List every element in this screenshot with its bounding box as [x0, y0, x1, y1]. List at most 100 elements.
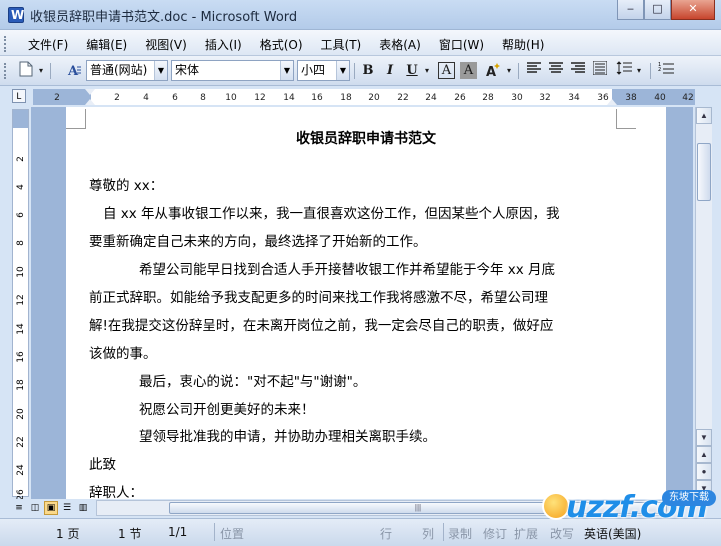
- menu-help[interactable]: 帮助(H): [496, 34, 550, 55]
- print-layout-icon[interactable]: ▣: [44, 501, 58, 515]
- font-select[interactable]: 宋体 ▼: [171, 60, 294, 81]
- scroll-down-icon[interactable]: ▼: [696, 429, 712, 446]
- normal-view-icon[interactable]: ≡: [12, 501, 26, 515]
- ruler-tick: 18: [340, 93, 352, 103]
- maximize-button[interactable]: □: [644, 0, 671, 20]
- vertical-scroll-thumb[interactable]: [697, 143, 711, 201]
- align-center-icon[interactable]: [546, 61, 566, 81]
- previous-page-icon[interactable]: ▲: [696, 446, 712, 463]
- underline-dropdown-icon[interactable]: ▾: [422, 61, 432, 81]
- status-page-of: 1/1: [168, 525, 188, 539]
- style-select[interactable]: 普通(网站) ▼: [86, 60, 168, 81]
- scroll-up-icon[interactable]: ▲: [696, 107, 712, 124]
- text-effects-dropdown-icon[interactable]: ▾: [504, 61, 514, 81]
- status-section: 1 节: [118, 527, 142, 541]
- document-area[interactable]: 收银员辞职申请书范文 尊敬的 xx： 自 xx 年从事收银工作以来，我一直很喜欢…: [31, 107, 693, 499]
- vertical-ruler[interactable]: 2 4 6 8 10 12 14 16 18 20 22 24 26: [12, 109, 29, 501]
- menu-table[interactable]: 表格(A): [373, 34, 427, 55]
- document-line: 该做的事。: [89, 346, 157, 362]
- document-line: 希望公司能早日找到合适人手开接替收银工作并希望能于今年 xx 月底: [139, 262, 556, 278]
- outline-view-icon[interactable]: ☰: [60, 501, 74, 515]
- ruler-tick: 22: [397, 93, 409, 103]
- vertical-scrollbar[interactable]: ▲ ▼ ▲ ● ▼: [695, 107, 712, 499]
- ruler-tick: 42: [682, 93, 694, 103]
- dropdown-arrow-icon[interactable]: ▾: [36, 61, 46, 81]
- line-spacing-dropdown-icon[interactable]: ▾: [634, 61, 644, 81]
- word-app-icon[interactable]: [8, 7, 24, 23]
- reading-layout-icon[interactable]: ▥: [76, 501, 90, 515]
- styles-formatting-icon[interactable]: A: [64, 61, 84, 81]
- status-extend[interactable]: 扩展: [514, 525, 538, 542]
- document-line: 尊敬的 xx：: [89, 178, 164, 194]
- menu-format[interactable]: 格式(O): [254, 34, 309, 55]
- document-line: 望领导批准我的申请，并协助办理相关离职手续。: [139, 429, 436, 445]
- new-document-icon[interactable]: [16, 61, 36, 81]
- font-select-value: 宋体: [175, 63, 200, 77]
- chevron-down-icon: ▼: [154, 61, 167, 80]
- vruler-tick: 22: [16, 436, 26, 448]
- numbered-list-icon[interactable]: 12: [656, 61, 676, 81]
- document-title: 收银员辞职申请书范文: [296, 131, 436, 147]
- first-line-indent-marker[interactable]: [85, 89, 95, 95]
- status-column: 列: [422, 527, 435, 541]
- ruler-tick: 40: [654, 93, 666, 103]
- web-layout-icon[interactable]: ◫: [28, 501, 42, 515]
- vruler-tick: 2: [16, 156, 26, 162]
- menu-view[interactable]: 视图(V): [139, 34, 193, 55]
- vruler-tick: 10: [16, 266, 26, 278]
- underline-button[interactable]: U: [402, 61, 422, 81]
- ruler-tick: 26: [454, 93, 466, 103]
- text-effects-icon[interactable]: A: [484, 61, 504, 81]
- title-bar[interactable]: 收银员辞职申请书范文.doc - Microsoft Word ‒ □ ✕: [0, 0, 721, 30]
- document-line: 自 xx 年从事收银工作以来，我一直很喜欢这份工作，但因某些个人原因，我: [103, 206, 560, 222]
- justify-icon[interactable]: [590, 60, 610, 81]
- horizontal-ruler[interactable]: 2 2 4 6 8 10 12 14 16 18 20 22 24 26 28 …: [33, 89, 695, 105]
- toolbar-grip[interactable]: [4, 63, 7, 79]
- line-spacing-icon[interactable]: [614, 61, 634, 81]
- italic-button[interactable]: I: [380, 61, 400, 81]
- chevron-down-icon: ▼: [280, 61, 293, 80]
- menu-grip[interactable]: [4, 36, 7, 52]
- align-left-icon[interactable]: [524, 61, 544, 81]
- status-position: 位置: [220, 527, 245, 541]
- menu-insert[interactable]: 插入(I): [199, 34, 248, 55]
- character-border-button[interactable]: A: [438, 62, 455, 79]
- vruler-tick: 24: [16, 464, 26, 476]
- logo-badge: 东坡下载: [662, 490, 716, 506]
- font-size-select[interactable]: 小四 ▼: [297, 60, 350, 81]
- tab-selector[interactable]: L: [12, 89, 26, 103]
- minimize-button[interactable]: ‒: [617, 0, 644, 20]
- document-line: 解!在我提交这份辞呈时，在未离开岗位之前，我一定会尽自己的职责，做好应: [89, 318, 554, 334]
- ruler-tick: 14: [283, 93, 295, 103]
- document-page[interactable]: 收银员辞职申请书范文 尊敬的 xx： 自 xx 年从事收银工作以来，我一直很喜欢…: [66, 107, 666, 499]
- menu-tools[interactable]: 工具(T): [315, 34, 368, 55]
- menu-window[interactable]: 窗口(W): [433, 34, 490, 55]
- status-record[interactable]: 录制: [448, 525, 472, 542]
- close-button[interactable]: ✕: [671, 0, 715, 20]
- ruler-tick: 12: [254, 93, 266, 103]
- hanging-indent-marker[interactable]: [85, 99, 95, 105]
- ruler-tick: 2: [54, 93, 60, 103]
- margin-crop-mark: [616, 109, 636, 129]
- align-right-icon[interactable]: [568, 61, 588, 81]
- document-line: 此致: [89, 457, 116, 473]
- menu-bar: 文件(F) 编辑(E) 视图(V) 插入(I) 格式(O) 工具(T) 表格(A…: [0, 30, 721, 56]
- ruler-tick: 28: [482, 93, 494, 103]
- menu-edit[interactable]: 编辑(E): [80, 34, 133, 55]
- menu-file[interactable]: 文件(F): [22, 34, 74, 55]
- margin-crop-mark: [66, 109, 86, 129]
- svg-text:A: A: [67, 64, 79, 79]
- chevron-down-icon: ▼: [336, 61, 349, 80]
- bold-button[interactable]: B: [358, 61, 378, 81]
- ruler-tick: 10: [225, 93, 237, 103]
- document-line: 要重新确定自己未来的方向，最终选择了开始新的工作。: [89, 234, 427, 250]
- svg-text:2: 2: [658, 67, 661, 73]
- ruler-tick: 20: [368, 93, 380, 103]
- character-shading-button[interactable]: A: [460, 62, 477, 79]
- vruler-tick: 4: [16, 184, 26, 190]
- ruler-tick: 30: [511, 93, 523, 103]
- site-watermark-logo: uzzf.com 东坡下载: [536, 478, 721, 544]
- window-controls: ‒ □ ✕: [617, 0, 715, 20]
- right-indent-marker[interactable]: [607, 99, 617, 105]
- status-track-changes[interactable]: 修订: [483, 525, 507, 542]
